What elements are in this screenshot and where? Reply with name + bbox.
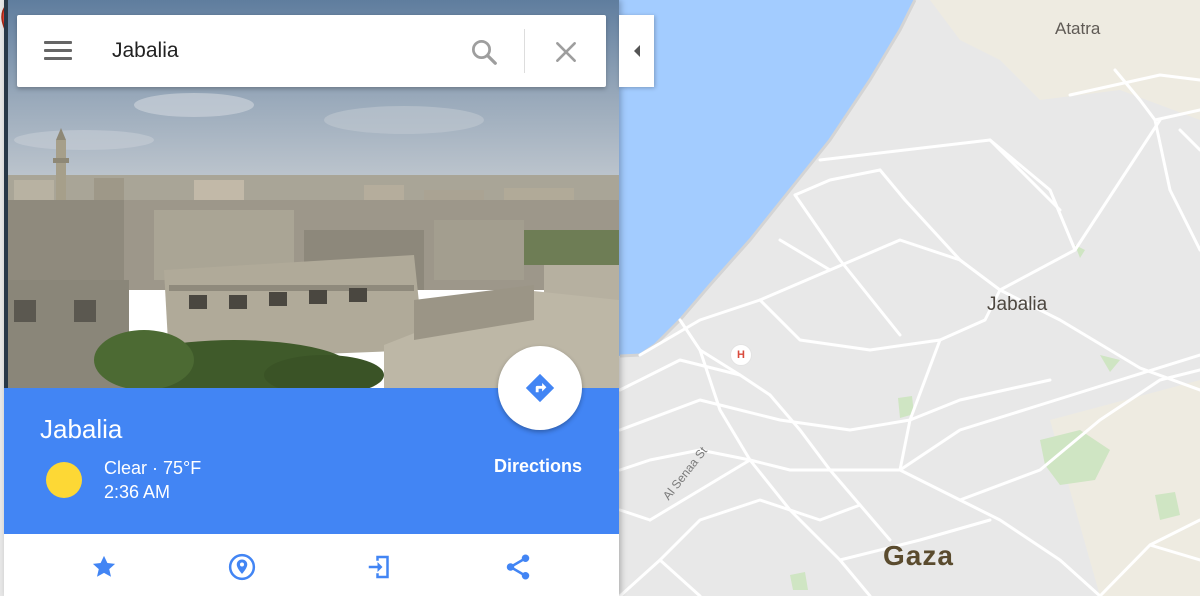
map-label-atatra[interactable]: Atatra <box>1055 19 1100 39</box>
place-actions-bar <box>4 534 619 596</box>
nearby-pin-icon <box>228 553 256 581</box>
local-time: 2:36 AM <box>104 482 171 502</box>
share-button[interactable] <box>501 550 535 584</box>
search-input[interactable] <box>112 35 452 67</box>
nearby-button[interactable] <box>225 550 259 584</box>
place-panel: Jabalia Clear · 75°F 2:36 AM Directions <box>4 0 619 596</box>
weather-condition: Clear · 75°F <box>104 458 202 478</box>
close-icon[interactable] <box>553 39 579 65</box>
star-icon <box>92 555 116 577</box>
directions-label[interactable]: Directions <box>494 456 582 477</box>
directions-button[interactable] <box>498 346 582 430</box>
place-title: Jabalia <box>40 414 123 444</box>
save-button[interactable] <box>87 550 121 584</box>
directions-icon <box>525 373 555 403</box>
collapse-panel-button[interactable] <box>619 15 654 87</box>
chevron-left-icon <box>633 45 640 57</box>
hospital-icon[interactable]: H <box>730 344 752 366</box>
share-icon <box>506 554 530 580</box>
map-label-gaza[interactable]: Gaza <box>883 540 954 572</box>
send-to-device-button[interactable] <box>363 550 397 584</box>
search-divider <box>524 29 525 73</box>
search-box <box>17 15 606 87</box>
menu-icon[interactable] <box>44 41 72 61</box>
sun-icon <box>46 462 82 498</box>
search-icon[interactable] <box>469 37 499 67</box>
send-to-device-icon <box>368 555 389 579</box>
map-label-jabalia[interactable]: Jabalia <box>987 294 1047 316</box>
